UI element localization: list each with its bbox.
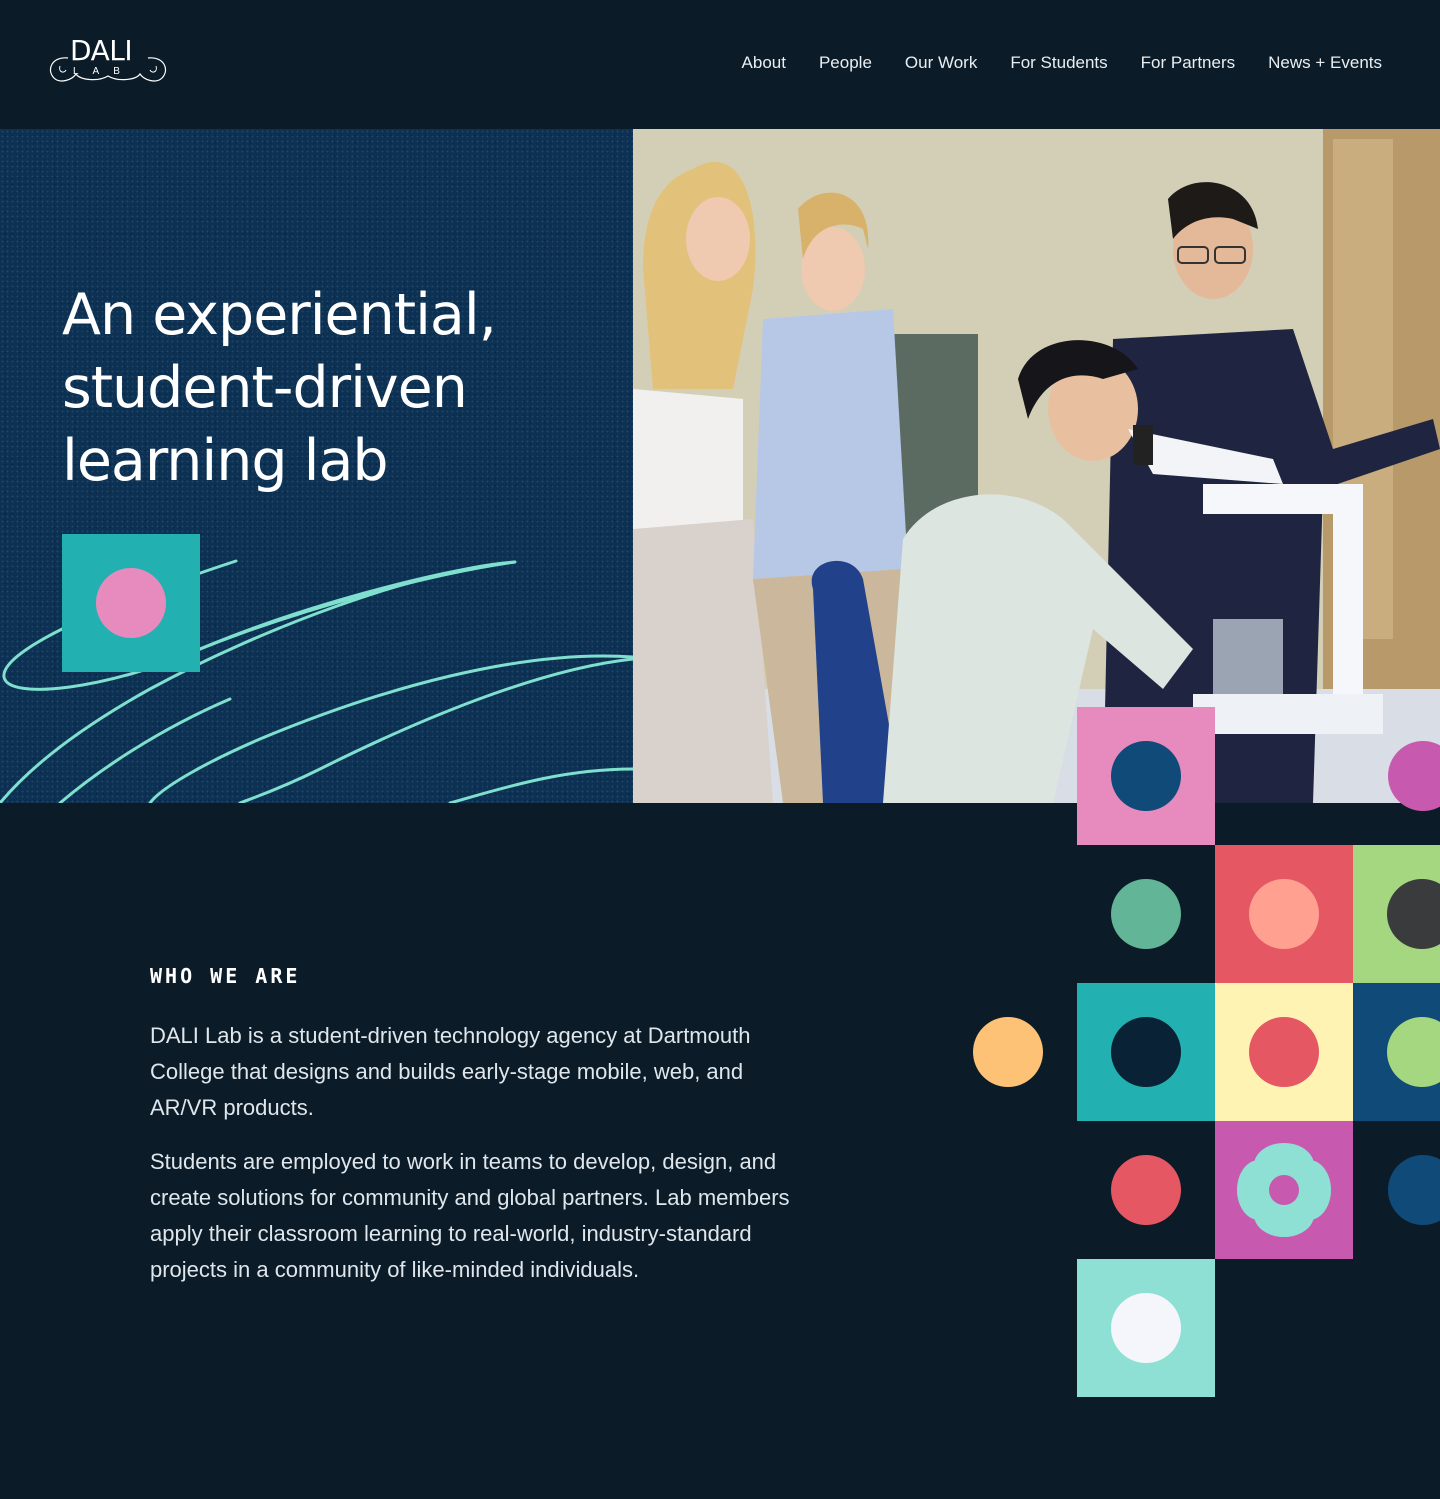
mosaic-tile [1353, 845, 1440, 983]
about-paragraph-1: DALI Lab is a student-driven technology … [150, 1023, 751, 1120]
mosaic-dot [1388, 1155, 1440, 1225]
mosaic-tile [1077, 707, 1215, 845]
mosaic-tile [1077, 983, 1215, 1121]
mosaic-dot [1249, 1017, 1319, 1087]
main-nav: About People Our Work For Students For P… [742, 51, 1382, 75]
nav-news-events[interactable]: News + Events [1268, 51, 1382, 75]
nav-about[interactable]: About [742, 51, 786, 75]
mosaic-dot [1111, 879, 1181, 949]
mosaic-dot [973, 1017, 1043, 1087]
mosaic-dot [1111, 1017, 1181, 1087]
flower-icon [1237, 1143, 1331, 1237]
mosaic-dot [1111, 741, 1181, 811]
mosaic-tile [1215, 1121, 1353, 1259]
nav-our-work[interactable]: Our Work [905, 51, 977, 75]
logo-wordmark: DALI [70, 34, 133, 67]
accent-dot [96, 568, 166, 638]
hero-headline: An experiential, student-driven learning… [62, 282, 497, 494]
hero-accent-tile [62, 534, 200, 672]
mosaic-dot [1111, 1155, 1181, 1225]
about-paragraph-2: Students are employed to work in teams t… [150, 1149, 790, 1282]
logo-subtitle: LAB [73, 66, 134, 77]
mosaic-tile [1077, 1259, 1215, 1397]
mosaic-tile [1215, 983, 1353, 1121]
nav-for-students[interactable]: For Students [1010, 51, 1107, 75]
mosaic-dot [1249, 879, 1319, 949]
dali-logo[interactable]: DALI LAB [46, 36, 170, 88]
mosaic-dot [1387, 879, 1440, 949]
nav-for-partners[interactable]: For Partners [1141, 51, 1235, 75]
nav-people[interactable]: People [819, 51, 872, 75]
hero-panel: An experiential, student-driven learning… [0, 129, 633, 803]
students-lab-photo [633, 129, 1440, 803]
mosaic-tile [1215, 845, 1353, 983]
mosaic-dot [1387, 1017, 1440, 1087]
who-we-are-body: DALI Lab is a student-driven technology … [150, 1018, 815, 1306]
who-we-are-heading: WHO WE ARE [150, 964, 301, 988]
mosaic-dot [1111, 1293, 1181, 1363]
mosaic-tile [1353, 983, 1440, 1121]
site-header: DALI LAB About People Our Work For Stude… [0, 0, 1440, 129]
hero-photo [633, 129, 1440, 803]
